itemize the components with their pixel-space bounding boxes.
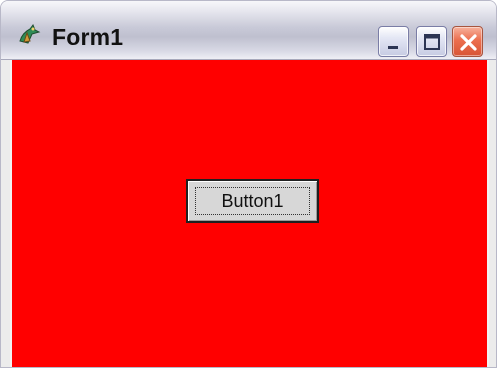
app-icon-graphic: [19, 23, 41, 44]
minimize-icon: [388, 46, 398, 49]
button1[interactable]: Button1: [186, 179, 319, 223]
maximize-button[interactable]: [416, 26, 447, 57]
form-client-area: Button1: [10, 60, 489, 367]
delphi-app-icon[interactable]: [17, 22, 41, 46]
form1-window: Form1 Button1: [0, 0, 497, 368]
close-icon: [460, 34, 477, 51]
close-button[interactable]: [452, 26, 483, 57]
window-title: Form1: [52, 24, 124, 50]
title-bar[interactable]: Form1: [1, 1, 496, 60]
button1-label: Button1: [221, 191, 284, 211]
minimize-button[interactable]: [378, 26, 409, 57]
maximize-icon: [424, 34, 440, 50]
